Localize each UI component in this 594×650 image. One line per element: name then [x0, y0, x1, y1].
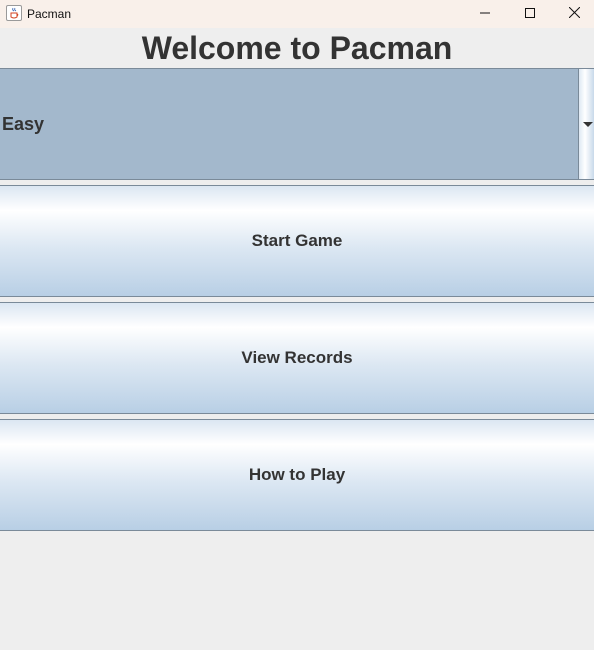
dropdown-arrow-button[interactable] — [578, 69, 594, 179]
java-coffee-icon — [6, 5, 22, 21]
maximize-icon — [524, 5, 535, 23]
maximize-button[interactable] — [507, 0, 552, 28]
page-title: Welcome to Pacman — [141, 30, 453, 66]
window-title: Pacman — [27, 7, 72, 21]
view-records-button[interactable]: View Records — [0, 302, 594, 414]
minimize-button[interactable] — [462, 0, 507, 28]
start-game-label: Start Game — [251, 231, 343, 250]
how-to-play-label: How to Play — [248, 465, 346, 484]
close-button[interactable] — [552, 0, 594, 28]
view-records-label: View Records — [241, 348, 353, 367]
close-icon — [568, 5, 581, 23]
main-panel: Welcome to Pacman Easy Start Game View R… — [0, 28, 594, 650]
chevron-down-icon — [583, 121, 593, 127]
start-game-button[interactable]: Start Game — [0, 185, 594, 297]
title-bar[interactable]: Pacman — [0, 0, 594, 28]
difficulty-selected-value: Easy — [2, 114, 45, 134]
pacman-window: Pacman Welcome to Pacman Easy Start Game… — [0, 0, 594, 650]
how-to-play-button[interactable]: How to Play — [0, 419, 594, 531]
minimize-icon — [479, 5, 490, 23]
difficulty-dropdown[interactable]: Easy — [0, 68, 594, 180]
